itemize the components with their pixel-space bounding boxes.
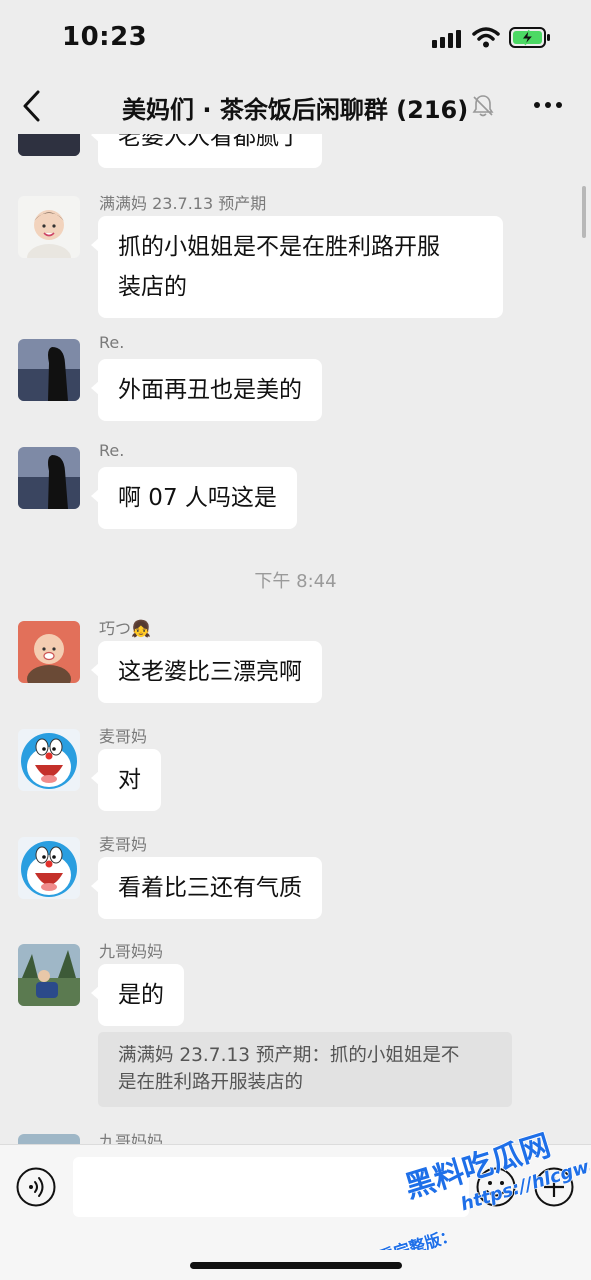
chat-header: 美妈们 · 茶余饭后闲聊群 (216) [0,78,591,134]
sender-name: Re. [99,441,125,460]
message-line: 抓的小姐姐是不是在胜利路开服 [118,234,440,260]
message-bubble[interactable]: 对 [91,749,161,811]
message-line: 装店的 [118,274,187,300]
message-bubble[interactable]: 看着比三还有气质 [91,857,322,919]
sender-name: 麦哥妈 [99,727,148,746]
message-bubble[interactable]: 是的 [91,964,184,1026]
timestamp-separator: 下午 8:44 [254,571,337,592]
quoted-reply[interactable]: 满满妈 23.7.13 预产期：抓的小姐姐是不 是在胜利路开服装店的 [98,1032,512,1107]
avatar[interactable] [18,729,80,791]
wifi-icon [472,27,500,48]
avatar[interactable] [18,339,80,401]
sender-name: 巧つ👧 [99,619,151,638]
avatar[interactable] [18,621,80,683]
quote-line: 是在胜利路开服装店的 [118,1072,304,1093]
chat-title: 美妈们 · 茶余饭后闲聊群 (216) [122,96,469,124]
sender-name: 九哥妈妈 [99,1132,164,1144]
mute-bell-icon [472,95,494,117]
avatar[interactable] [18,1134,80,1144]
status-time: 10:23 [62,22,148,52]
message-bubble[interactable]: 啊 07 人吗这是 [91,467,297,529]
voice-input-icon[interactable] [16,1167,56,1207]
avatar[interactable] [18,837,80,899]
plus-icon[interactable] [534,1167,574,1207]
sender-name: 满满妈 23.7.13 预产期 [99,194,267,213]
message-bubble[interactable]: 外面再丑也是美的 [91,359,322,421]
quote-line: 满满妈 23.7.13 预产期：抓的小姐姐是不 [118,1045,460,1066]
message-input[interactable] [73,1157,469,1217]
battery-charging-icon [509,27,550,48]
emoji-icon[interactable] [476,1167,516,1207]
avatar[interactable] [18,134,80,156]
back-arrow-icon[interactable] [20,88,44,124]
message-list[interactable]: 老婆人人看都腻了 满满妈 23.7.13 预产期 抓的小姐姐是不是在胜利路开服 … [0,134,591,1144]
message-bubble[interactable]: 老婆人人看都腻了 [91,134,322,168]
sender-name: 麦哥妈 [99,835,148,854]
message-bubble[interactable]: 这老婆比三漂亮啊 [91,641,322,703]
more-options-icon[interactable] [533,100,563,110]
input-bar [0,1144,591,1280]
sender-name: Re. [99,333,125,352]
sender-name: 九哥妈妈 [99,942,164,961]
avatar[interactable] [18,447,80,509]
home-indicator [190,1262,402,1269]
avatar[interactable] [18,944,80,1006]
status-bar: 10:23 [0,0,591,78]
message-bubble[interactable]: 抓的小姐姐是不是在胜利路开服 装店的 [91,216,503,318]
scrollbar[interactable] [582,186,586,238]
avatar[interactable] [18,196,80,258]
cellular-signal-icon [432,30,461,48]
